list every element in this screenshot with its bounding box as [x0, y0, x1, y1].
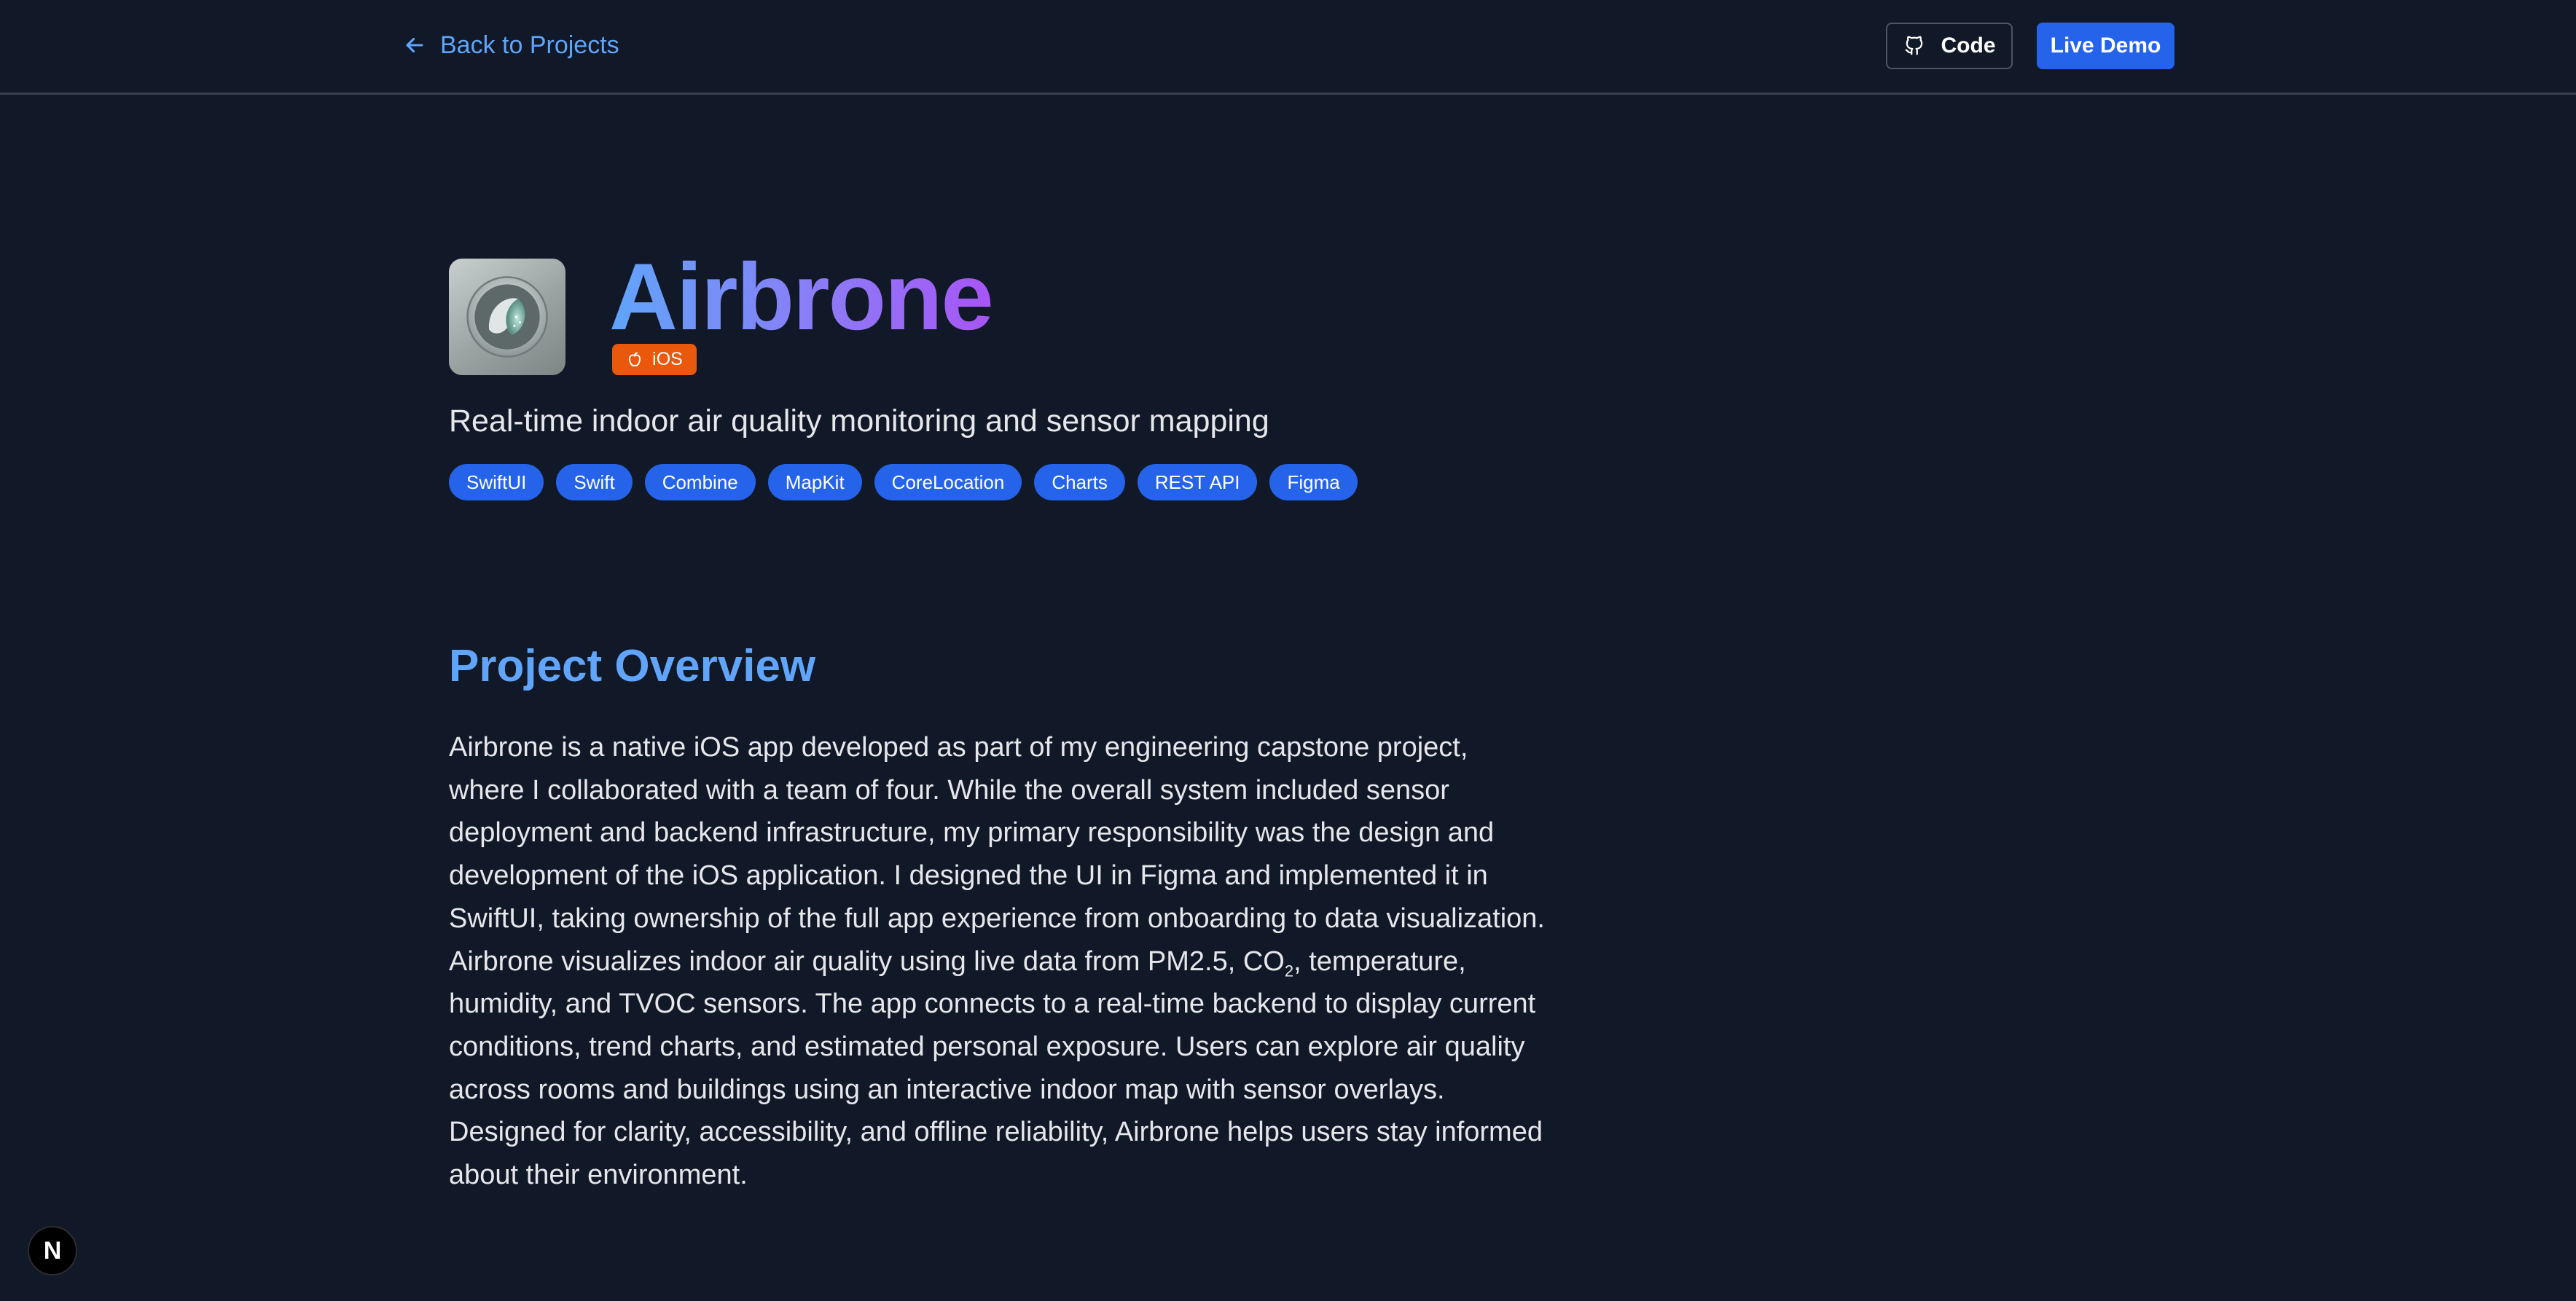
- live-demo-button[interactable]: Live Demo: [2037, 23, 2174, 69]
- tech-tag: Figma: [1269, 464, 1358, 500]
- apple-icon: [629, 352, 641, 366]
- tech-tag: Combine: [644, 464, 756, 500]
- next-logo-icon[interactable]: N: [28, 1226, 77, 1276]
- overview-paragraph: Airbrone is a native iOS app developed a…: [449, 726, 1549, 1197]
- back-to-projects-link[interactable]: Back to Projects: [402, 28, 619, 63]
- platform-badge: iOS: [612, 344, 697, 375]
- app-icon: [449, 259, 565, 375]
- code-button[interactable]: Code: [1886, 23, 2013, 69]
- tech-tag: SwiftUI: [449, 464, 544, 500]
- back-link-label: Back to Projects: [440, 31, 619, 59]
- tech-tag: MapKit: [767, 464, 862, 500]
- arrow-left-icon: [406, 37, 423, 53]
- tech-tag: Swift: [556, 464, 633, 500]
- code-button-label: Code: [1941, 34, 1996, 58]
- overview-text-part-1: Airbrone is a native iOS app developed a…: [449, 732, 1545, 977]
- project-subtitle: Real-time indoor air quality monitoring …: [449, 404, 1269, 439]
- github-icon: [1905, 36, 1922, 55]
- tech-tag: Charts: [1034, 464, 1125, 500]
- tech-tags: SwiftUI Swift Combine MapKit CoreLocatio…: [449, 464, 1358, 500]
- tech-tag: REST API: [1137, 464, 1258, 500]
- airflow-logo-icon: [466, 276, 548, 358]
- tech-tag: CoreLocation: [874, 464, 1022, 500]
- co2-subscript: 2: [1284, 962, 1294, 980]
- platform-label: iOS: [652, 349, 683, 369]
- top-nav-bar: Back to Projects Code Live Demo: [0, 0, 2576, 95]
- project-title: Airbrone: [609, 243, 994, 350]
- section-heading-overview: Project Overview: [449, 641, 816, 691]
- dev-indicator-letter: N: [43, 1236, 62, 1265]
- live-demo-button-label: Live Demo: [2050, 34, 2161, 58]
- overview-text-part-2: , temperature, humidity, and TVOC sensor…: [449, 946, 1543, 1191]
